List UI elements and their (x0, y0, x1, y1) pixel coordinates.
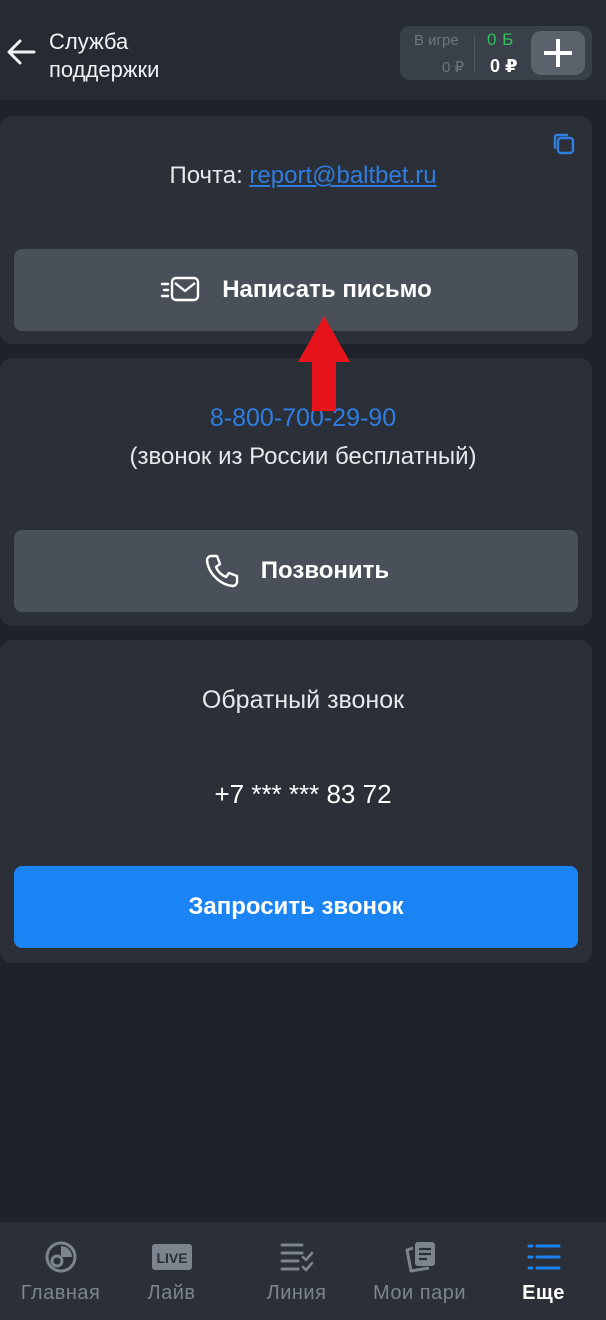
page-title: Служба поддержки (49, 29, 160, 82)
copy-icon[interactable] (550, 130, 578, 158)
in-game-value: 0 ₽ (441, 59, 464, 76)
my-bets-icon (405, 1242, 435, 1273)
in-game-label: В игре (414, 32, 459, 49)
ruble-balance: 0 ₽ (490, 56, 518, 76)
tab-live[interactable]: LIVE Лайв (111, 1222, 232, 1320)
back-arrow-icon[interactable] (4, 34, 40, 70)
tab-more-label: Еще (522, 1282, 565, 1304)
tab-my-bets-label: Мои пари (373, 1282, 466, 1304)
phone-icon (205, 554, 238, 588)
callback-title: Обратный звонок (201, 686, 405, 714)
call-label: Позвонить (260, 557, 390, 584)
bottom-tab-bar: Главная LIVE Лайв Линия Мои пари Еще (0, 1222, 606, 1320)
email-line: Почта: report@baltbet.ru (0, 162, 606, 190)
red-pointer-arrow-icon (298, 316, 350, 411)
tab-more[interactable]: Еще (483, 1222, 604, 1320)
hotline-note: (звонок из России бесплатный) (129, 443, 477, 470)
send-mail-icon (161, 276, 200, 302)
live-icon: LIVE (152, 1244, 192, 1270)
tab-home-label: Главная (20, 1282, 101, 1304)
home-ball-icon (45, 1241, 77, 1273)
line-list-icon (280, 1243, 314, 1272)
email-label: Почта: (169, 162, 243, 189)
write-letter-button[interactable]: Написать письмо (14, 249, 578, 331)
tab-line[interactable]: Линия (236, 1222, 357, 1320)
more-menu-icon (527, 1244, 561, 1270)
svg-text:LIVE: LIVE (156, 1250, 187, 1266)
bonus-balance: 0 Б (487, 30, 514, 49)
write-letter-label: Написать письмо (222, 276, 432, 303)
balance-divider (474, 34, 475, 72)
callback-phone: +7 *** *** 83 72 (214, 779, 392, 809)
tab-home[interactable]: Главная (0, 1222, 121, 1320)
tab-line-label: Линия (266, 1282, 327, 1304)
tab-live-label: Лайв (147, 1282, 196, 1304)
email-link[interactable]: report@baltbet.ru (249, 162, 436, 189)
call-button[interactable]: Позвонить (14, 530, 578, 612)
tab-my-bets[interactable]: Мои пари (359, 1222, 480, 1320)
top-bar: Служба поддержки В игре 0 ₽ 0 Б 0 ₽ (0, 0, 606, 100)
request-call-button[interactable]: Запросить звонок (14, 866, 578, 948)
deposit-plus-button[interactable] (531, 31, 585, 75)
balance-widget[interactable]: В игре 0 ₽ 0 Б 0 ₽ (400, 26, 592, 80)
request-call-label: Запросить звонок (188, 893, 404, 920)
